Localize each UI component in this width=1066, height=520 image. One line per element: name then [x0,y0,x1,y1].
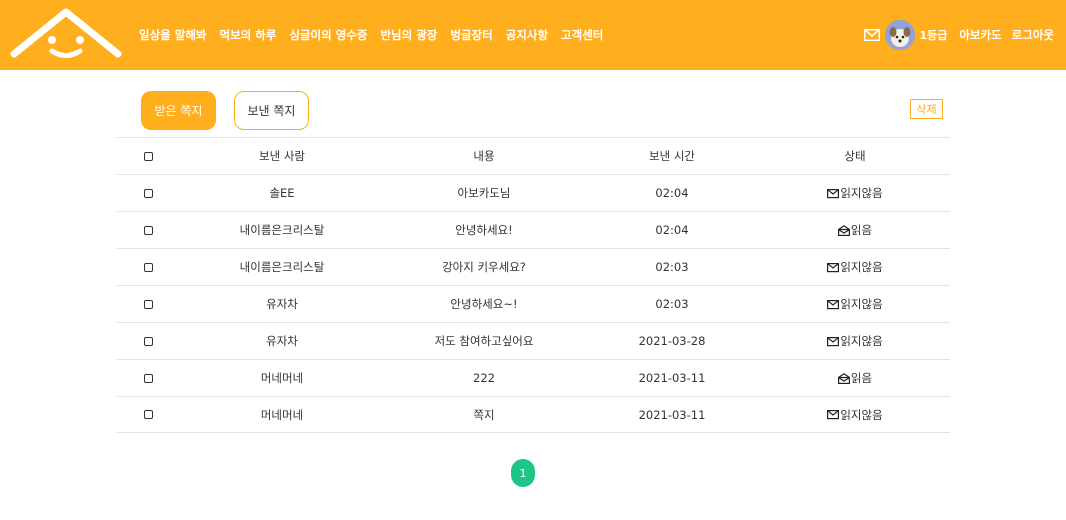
nav-item-notice[interactable]: 공지사항 [506,27,548,43]
row-checkbox[interactable] [144,262,153,272]
table-row[interactable]: 내이름은크리스탈 안녕하세요! 02:04 읽음 [117,211,950,248]
row-time: 2021-03-11 [638,407,706,422]
nav-item-plaza[interactable]: 반님의 광장 [380,27,437,43]
row-checkbox[interactable] [144,299,153,309]
nav-item-receipt[interactable]: 싱글이의 영수증 [289,27,367,43]
row-status-label: 읽지않음 [840,260,883,274]
row-checkbox[interactable] [144,410,153,419]
nav-item-support[interactable]: 고객센터 [561,27,603,43]
header-time: 보낸 시간 [649,149,695,163]
select-all-checkbox[interactable] [144,151,153,161]
table-header-row: 보낸 사람 내용 보낸 시간 상태 [117,137,950,174]
row-status-label: 읽음 [850,371,873,385]
row-sender[interactable]: 내이름은크리스탈 [180,222,384,238]
row-status: 읽지않음 [760,333,950,349]
row-sender[interactable]: 유자차 [180,333,384,349]
row-time: 2021-03-11 [638,371,706,385]
row-content[interactable]: 222 [384,371,584,385]
nav-item-food[interactable]: 먹보의 하루 [219,27,276,43]
row-content[interactable]: 저도 참여하고싶어요 [384,333,584,349]
tab-received[interactable]: 받은 쪽지 [141,91,216,130]
row-status: 읽지않음 [760,185,950,201]
row-status: 읽지않음 [760,259,950,275]
row-content[interactable]: 아보카도님 [384,185,584,201]
row-checkbox[interactable] [144,336,153,346]
user-grade: 1등급 [919,29,948,42]
envelope-closed-icon [827,262,840,272]
table-row[interactable]: 머네머네 쪽지 2021-03-11 읽지않음 [117,396,950,433]
username-link[interactable]: 아보카도 [959,27,1001,43]
avatar-dog-image [885,20,916,50]
envelope-closed-icon [827,299,840,309]
header-status: 상태 [844,149,866,163]
header-content: 내용 [473,149,495,163]
envelope-open-icon [837,224,850,236]
table-row[interactable]: 머네머네 222 2021-03-11 읽음 [117,359,950,396]
row-status-label: 읽지않음 [840,297,883,311]
house-smile-logo[interactable] [8,6,124,64]
avatar[interactable] [885,20,916,50]
row-content[interactable]: 안녕하세요~! [384,296,584,312]
message-table: 보낸 사람 내용 보낸 시간 상태 솔EE 아보카도님 02:04 읽지않음 내이름은크… [117,137,950,433]
row-status: 읽지않음 [760,407,950,423]
row-checkbox[interactable] [144,373,153,383]
row-status-label: 읽음 [850,223,873,237]
delete-button[interactable]: 삭제 [910,99,943,119]
envelope-open-icon [837,372,850,384]
table-row[interactable]: 솔EE 아보카도님 02:04 읽지않음 [117,174,950,211]
row-status-label: 읽지않음 [840,186,883,200]
table-row[interactable]: 유자차 저도 참여하고싶어요 2021-03-28 읽지않음 [117,322,950,359]
user-area: 1등급 아보카도 로그아웃 [864,0,1054,70]
row-time: 02:04 [655,223,689,237]
tab-sent[interactable]: 보낸 쪽지 [234,91,309,130]
row-sender[interactable]: 솔EE [180,185,384,201]
row-content[interactable]: 쪽지 [384,407,584,423]
row-status-label: 읽지않음 [840,334,883,348]
row-sender[interactable]: 내이름은크리스탈 [180,259,384,275]
row-checkbox[interactable] [144,225,153,235]
row-sender[interactable]: 머네머네 [180,407,384,423]
row-status: 읽음 [760,222,950,238]
row-checkbox[interactable] [144,188,153,198]
envelope-closed-icon [827,410,840,420]
header-sender: 보낸 사람 [259,149,305,163]
row-status: 읽음 [760,370,950,386]
top-header: 일상을 말해봐 먹보의 하루 싱글이의 영수증 반님의 광장 벙글장터 공지사항… [0,0,1066,70]
envelope-closed-icon [827,188,840,198]
table-row[interactable]: 내이름은크리스탈 강아지 키우세요? 02:03 읽지않음 [117,248,950,285]
page-1-button[interactable]: 1 [511,459,535,487]
row-sender[interactable]: 머네머네 [180,370,384,386]
row-time: 02:03 [655,297,689,311]
row-time: 2021-03-28 [638,334,706,348]
row-sender[interactable]: 유자차 [180,296,384,312]
row-time: 02:04 [655,186,689,200]
main-nav: 일상을 말해봐 먹보의 하루 싱글이의 영수증 반님의 광장 벙글장터 공지사항… [139,0,616,70]
nav-item-daily[interactable]: 일상을 말해봐 [139,27,206,43]
row-time: 02:03 [655,260,689,274]
envelope-closed-icon [827,336,840,346]
row-status: 읽지않음 [760,296,950,312]
envelope-icon[interactable] [864,29,881,41]
row-status-label: 읽지않음 [840,407,883,422]
nav-item-market[interactable]: 벙글장터 [450,27,492,43]
row-content[interactable]: 안녕하세요! [384,222,584,238]
logout-link[interactable]: 로그아웃 [1012,27,1054,43]
row-content[interactable]: 강아지 키우세요? [384,259,584,275]
table-row[interactable]: 유자차 안녕하세요~! 02:03 읽지않음 [117,285,950,322]
